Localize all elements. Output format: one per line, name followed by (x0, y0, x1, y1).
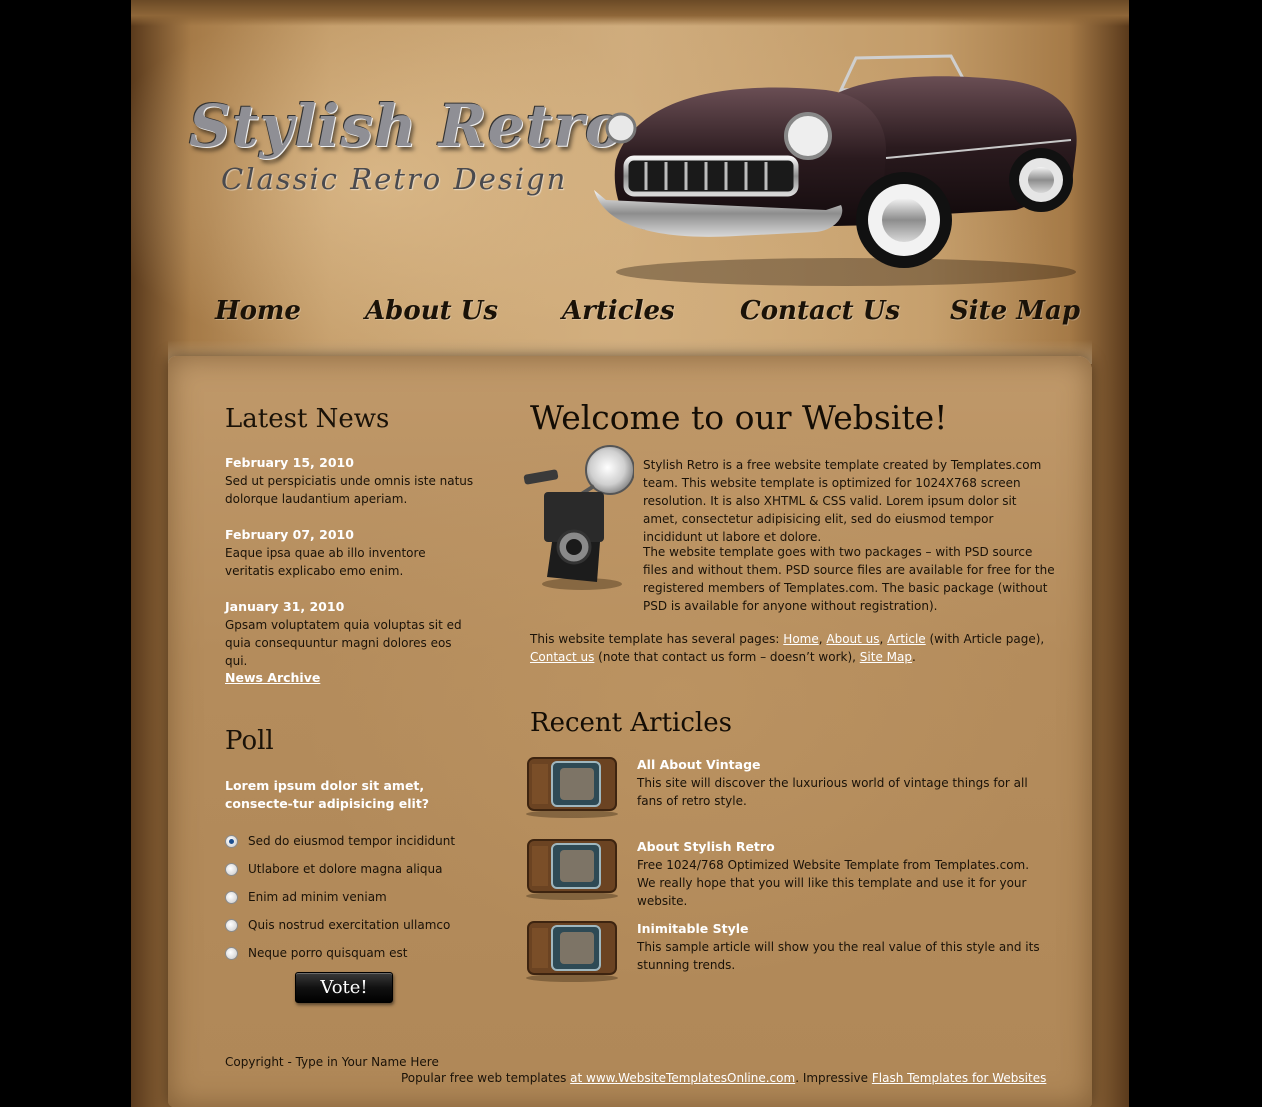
nav-site-map[interactable]: Site Map (950, 296, 1080, 326)
news-text: Eaque ipsa quae ab illo inventore verita… (225, 546, 426, 578)
news-date: January 31, 2010 (225, 599, 345, 614)
news-archive-link[interactable]: News Archive (225, 670, 320, 685)
footer-link-templates-online[interactable]: at www.WebsiteTemplatesOnline.com (570, 1071, 795, 1085)
poll-option-label: Neque porro quisquam est (248, 946, 408, 960)
contact-note-text: (note that contact us form – doesn’t wor… (594, 650, 860, 664)
latest-news-heading: Latest News (225, 404, 390, 434)
radio-button[interactable] (225, 946, 238, 960)
poll-option-label: Sed do eiusmod tempor incididunt (248, 834, 456, 848)
news-text: Gpsam voluptatem quia voluptas sit ed qu… (225, 618, 462, 668)
welcome-paragraph-2: The website template goes with two packa… (643, 545, 1055, 613)
article-title[interactable]: About Stylish Retro (637, 839, 775, 854)
inline-link-about[interactable]: About us (826, 632, 879, 646)
poll-option-label: Quis nostrud exercitation ullamco (248, 918, 451, 932)
article-title[interactable]: Inimitable Style (637, 921, 749, 936)
footer-link-flash-templates[interactable]: Flash Templates for Websites (872, 1071, 1047, 1085)
article-title[interactable]: All About Vintage (637, 757, 761, 772)
period-text: . (911, 650, 916, 664)
vintage-tv-icon (526, 921, 618, 982)
footer-prefix-text: Popular free web templates (401, 1071, 571, 1085)
page-container: Stylish Retro Classic Retro Design Home … (131, 0, 1129, 1107)
poll-option[interactable]: Sed do eiusmod tempor incididunt (225, 832, 455, 850)
pages-intro-text: This website template has several pages: (530, 632, 784, 646)
news-text: Sed ut perspiciatis unde omnis iste natu… (225, 474, 474, 506)
poll-option[interactable]: Quis nostrud exercitation ullamco (225, 916, 450, 934)
vintage-tv-icon (526, 839, 618, 900)
radio-button[interactable] (225, 918, 238, 932)
vintage-camera-image (523, 445, 634, 590)
inline-link-contact[interactable]: Contact us (530, 650, 594, 664)
torn-top-edge (131, 0, 1129, 26)
inline-link-sitemap[interactable]: Site Map (860, 650, 912, 664)
poll-option[interactable]: Utlabore et dolore magna aliqua (225, 860, 442, 878)
inline-link-home[interactable]: Home (783, 632, 818, 646)
article-text: This sample article will show you the re… (637, 940, 1040, 972)
logo-title[interactable]: Stylish Retro (189, 92, 625, 160)
nav-about-us[interactable]: About Us (365, 296, 498, 326)
welcome-paragraph-1: Stylish Retro is a free website template… (643, 458, 1042, 544)
nav-contact-us[interactable]: Contact Us (740, 296, 900, 326)
vote-button[interactable]: Vote! (295, 972, 393, 1003)
news-date: February 15, 2010 (225, 455, 354, 470)
poll-option-label: Enim ad minim veniam (248, 890, 387, 904)
welcome-paragraph-3: This website template has several pages:… (530, 632, 1045, 664)
vintage-tv-icon (526, 757, 618, 818)
radio-button-selected[interactable] (225, 834, 238, 848)
poll-question: Lorem ipsum dolor sit amet, consecte-tur… (225, 778, 430, 811)
radio-button[interactable] (225, 862, 238, 876)
article-note-text: (with Article page), (925, 632, 1045, 646)
vintage-car-image (594, 54, 1077, 286)
welcome-title: Welcome to our Website! (530, 398, 948, 437)
logo-subtitle: Classic Retro Design (221, 162, 568, 196)
nav-home[interactable]: Home (215, 296, 301, 326)
poll-option-label: Utlabore et dolore magna aliqua (248, 862, 443, 876)
copyright-text: Copyright - Type in Your Name Here (225, 1055, 439, 1069)
nav-articles[interactable]: Articles (562, 296, 675, 326)
article-text: This site will discover the luxurious wo… (637, 776, 1028, 808)
radio-button[interactable] (225, 890, 238, 904)
poll-option[interactable]: Neque porro quisquam est (225, 944, 408, 962)
recent-articles-heading: Recent Articles (530, 708, 732, 738)
inline-link-article[interactable]: Article (887, 632, 926, 646)
poll-heading: Poll (225, 726, 274, 756)
news-date: February 07, 2010 (225, 527, 354, 542)
poll-option[interactable]: Enim ad minim veniam (225, 888, 387, 906)
footer-links: Popular free web templates at www.Websit… (401, 1071, 1046, 1085)
article-text: Free 1024/768 Optimized Website Template… (637, 858, 1030, 908)
main-nav: Home About Us Articles Contact Us Site M… (131, 296, 1129, 336)
footer-middle-text: . Impressive (795, 1071, 872, 1085)
